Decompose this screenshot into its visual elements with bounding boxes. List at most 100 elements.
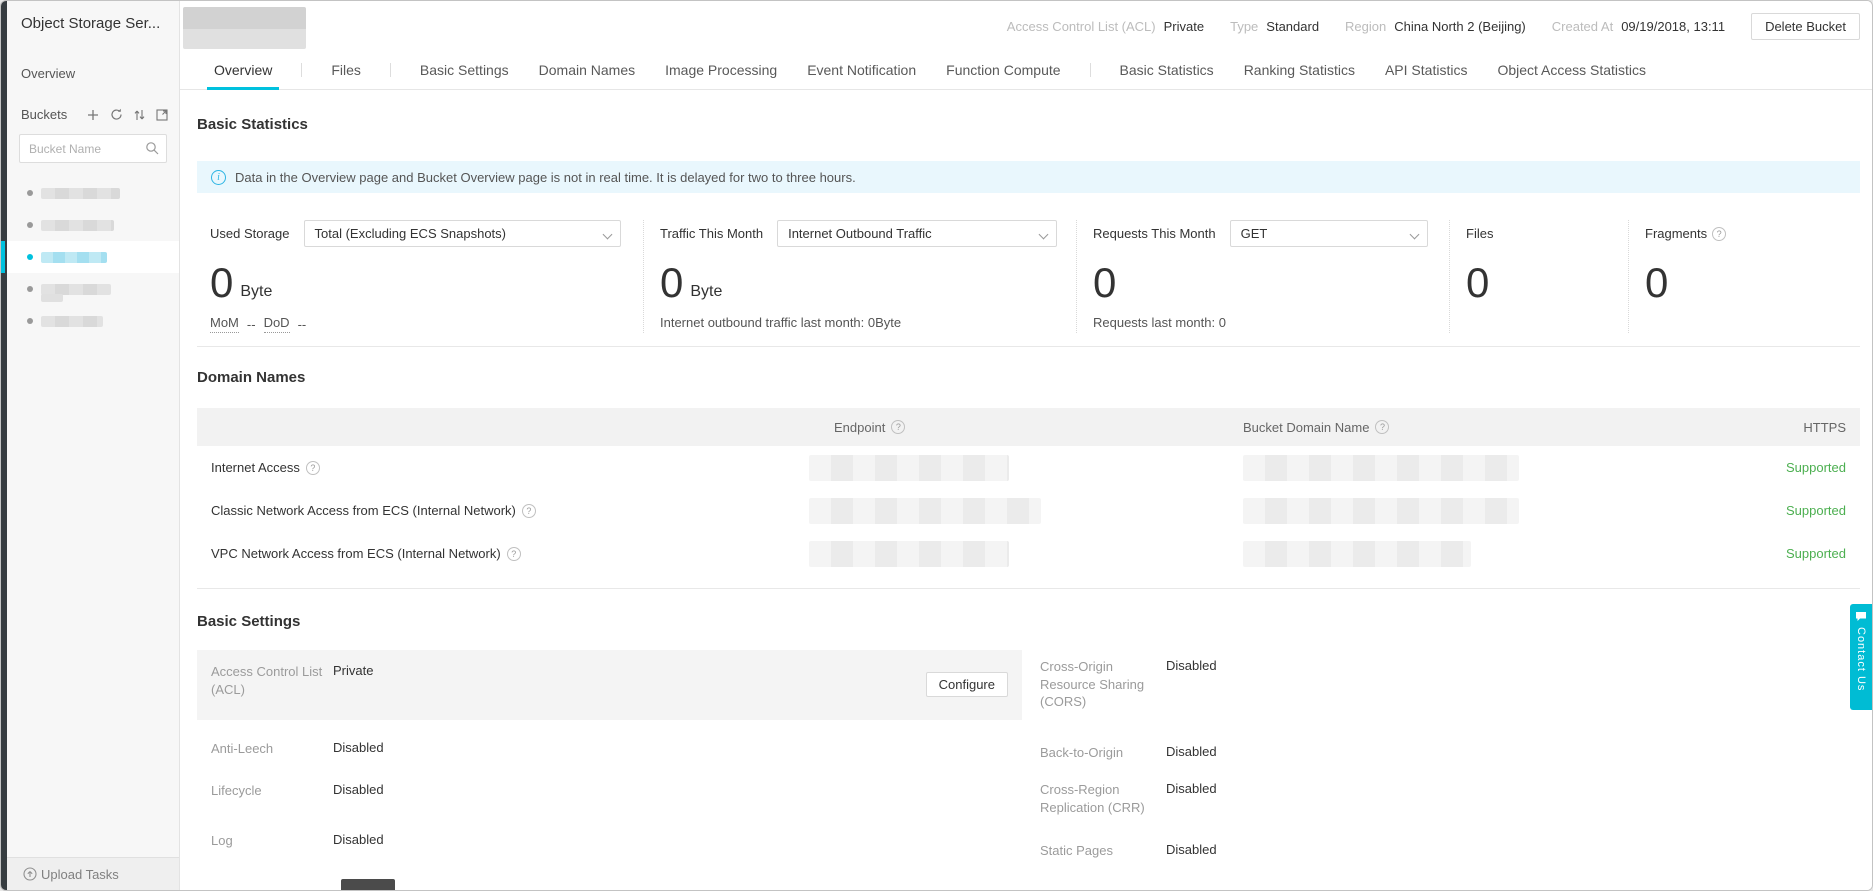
bucket-list-item[interactable] bbox=[7, 209, 179, 241]
tab-api-statistics[interactable]: API Statistics bbox=[1378, 51, 1474, 89]
bucket-name-redacted bbox=[41, 252, 107, 263]
tab-image-processing[interactable]: Image Processing bbox=[658, 51, 784, 89]
redacted-fragment bbox=[341, 879, 395, 891]
tab-basic-settings[interactable]: Basic Settings bbox=[413, 51, 516, 89]
bucket-name-redacted bbox=[41, 316, 103, 327]
tab-overview[interactable]: Overview bbox=[207, 51, 279, 89]
help-icon[interactable]: ? bbox=[1375, 420, 1389, 434]
tab-ranking-statistics[interactable]: Ranking Statistics bbox=[1237, 51, 1362, 89]
section-divider bbox=[197, 346, 1860, 347]
anti-leech-row: Anti-Leech Disabled bbox=[197, 740, 1022, 758]
tab-domain-names[interactable]: Domain Names bbox=[532, 51, 642, 89]
bucket-dot-icon bbox=[27, 254, 33, 260]
upload-icon bbox=[23, 867, 37, 881]
https-status: Supported bbox=[1627, 460, 1860, 475]
add-bucket-icon[interactable] bbox=[86, 108, 100, 122]
meta-acl: Access Control List (ACL) Private bbox=[1007, 19, 1204, 34]
endpoint-value-redacted bbox=[809, 455, 1009, 481]
search-icon[interactable] bbox=[145, 141, 159, 155]
expand-icon[interactable] bbox=[155, 108, 169, 122]
refresh-icon[interactable] bbox=[109, 108, 123, 122]
upload-tasks-label: Upload Tasks bbox=[41, 867, 119, 882]
traffic-dropdown[interactable]: Internet Outbound Traffic bbox=[777, 220, 1057, 247]
bucket-name-redacted bbox=[41, 220, 114, 231]
bucket-dot-icon bbox=[27, 222, 33, 228]
stat-used-storage: Used Storage Total (Excluding ECS Snapsh… bbox=[197, 220, 643, 333]
info-banner: i Data in the Overview page and Bucket O… bbox=[197, 161, 1860, 193]
used-storage-value: 0 bbox=[210, 262, 233, 304]
basic-settings-heading: Basic Settings bbox=[197, 613, 1860, 630]
meta-region: Region China North 2 (Beijing) bbox=[1345, 19, 1526, 34]
configure-button[interactable]: Configure bbox=[926, 672, 1008, 697]
contact-us-tab[interactable]: Contact Us bbox=[1850, 604, 1872, 710]
tab-basic-statistics[interactable]: Basic Statistics bbox=[1113, 51, 1221, 89]
table-row-classic-network: Classic Network Access from ECS (Interna… bbox=[197, 489, 1860, 532]
delete-bucket-button[interactable]: Delete Bucket bbox=[1751, 13, 1860, 40]
help-icon[interactable]: ? bbox=[1712, 227, 1726, 241]
basic-settings-section: Access Control List (ACL) Private Config… bbox=[197, 650, 1860, 860]
used-storage-dropdown[interactable]: Total (Excluding ECS Snapshots) bbox=[304, 220, 621, 247]
section-divider bbox=[197, 588, 1860, 589]
help-icon[interactable]: ? bbox=[891, 420, 905, 434]
sort-icon[interactable] bbox=[132, 108, 146, 122]
fragments-value: 0 bbox=[1645, 262, 1668, 304]
tab-event-notification[interactable]: Event Notification bbox=[800, 51, 923, 89]
bucket-list-item[interactable] bbox=[7, 273, 179, 305]
endpoint-value-redacted bbox=[809, 541, 1009, 567]
acl-setting-row: Access Control List (ACL) Private Config… bbox=[197, 650, 1022, 720]
bucket-dot-icon bbox=[27, 190, 33, 196]
https-status: Supported bbox=[1627, 503, 1860, 518]
requests-dropdown[interactable]: GET bbox=[1230, 220, 1428, 247]
app-title: Object Storage Ser... bbox=[7, 1, 179, 32]
mom-link[interactable]: MoM bbox=[210, 315, 239, 333]
domain-value-redacted bbox=[1243, 541, 1471, 567]
tab-files[interactable]: Files bbox=[324, 51, 368, 89]
domain-table-header: Endpoint ? Bucket Domain Name ? HTTPS bbox=[197, 408, 1860, 446]
stat-fragments: Fragments ? 0 bbox=[1628, 220, 1860, 333]
stat-traffic: Traffic This Month Internet Outbound Tra… bbox=[643, 220, 1076, 333]
bucket-name-redacted bbox=[41, 188, 120, 199]
bucket-header-bar: Access Control List (ACL) Private Type S… bbox=[180, 1, 1872, 51]
upload-tasks-button[interactable]: Upload Tasks bbox=[7, 857, 179, 890]
buckets-label: Buckets bbox=[21, 107, 86, 122]
chat-bubble-icon bbox=[1855, 611, 1867, 622]
basic-statistics-heading: Basic Statistics bbox=[197, 116, 1860, 133]
static-pages-row: Static Pages Disabled bbox=[1040, 842, 1860, 860]
bucket-list-item[interactable] bbox=[7, 305, 179, 337]
help-icon[interactable]: ? bbox=[306, 461, 320, 475]
bucket-domain-column-header: Bucket Domain Name bbox=[1243, 420, 1369, 435]
bucket-title-redacted bbox=[183, 7, 306, 49]
chevron-down-icon bbox=[1040, 231, 1048, 239]
cors-row: Cross-Origin Resource Sharing (CORS) Dis… bbox=[1040, 658, 1860, 711]
endpoint-value-redacted bbox=[809, 498, 1041, 524]
traffic-value: 0 bbox=[660, 262, 683, 304]
traffic-last-month: Internet outbound traffic last month: 0B… bbox=[660, 315, 1076, 330]
overview-content: Basic Statistics i Data in the Overview … bbox=[180, 90, 1872, 890]
https-status: Supported bbox=[1627, 546, 1860, 561]
tab-function-compute[interactable]: Function Compute bbox=[939, 51, 1067, 89]
main-area: Access Control List (ACL) Private Type S… bbox=[180, 1, 1872, 890]
domain-names-table: Endpoint ? Bucket Domain Name ? HTTPS In… bbox=[197, 408, 1860, 575]
bucket-search bbox=[19, 134, 167, 163]
sidebar-item-overview[interactable]: Overview bbox=[7, 32, 179, 81]
bucket-list-item-selected[interactable] bbox=[7, 241, 179, 273]
bucket-list-item[interactable] bbox=[7, 177, 179, 209]
stats-row: Used Storage Total (Excluding ECS Snapsh… bbox=[197, 220, 1860, 333]
tab-object-access-statistics[interactable]: Object Access Statistics bbox=[1490, 51, 1653, 89]
help-icon[interactable]: ? bbox=[507, 547, 521, 561]
oss-console-window: Object Storage Ser... Overview Buckets bbox=[0, 0, 1873, 891]
chevron-down-icon bbox=[1411, 231, 1419, 239]
requests-last-month: Requests last month: 0 bbox=[1093, 315, 1449, 330]
acl-value: Private bbox=[333, 663, 373, 720]
help-icon[interactable]: ? bbox=[522, 504, 536, 518]
domain-names-heading: Domain Names bbox=[197, 369, 1860, 386]
meta-type: Type Standard bbox=[1230, 19, 1319, 34]
bucket-name-redacted bbox=[41, 284, 111, 295]
chevron-down-icon bbox=[604, 231, 612, 239]
table-row-internet-access: Internet Access ? Supported bbox=[197, 446, 1860, 489]
bucket-list bbox=[7, 177, 179, 337]
bucket-dot-icon bbox=[27, 318, 33, 324]
dod-link[interactable]: DoD bbox=[264, 315, 290, 333]
requests-value: 0 bbox=[1093, 262, 1116, 304]
bucket-dot-icon bbox=[27, 286, 33, 292]
